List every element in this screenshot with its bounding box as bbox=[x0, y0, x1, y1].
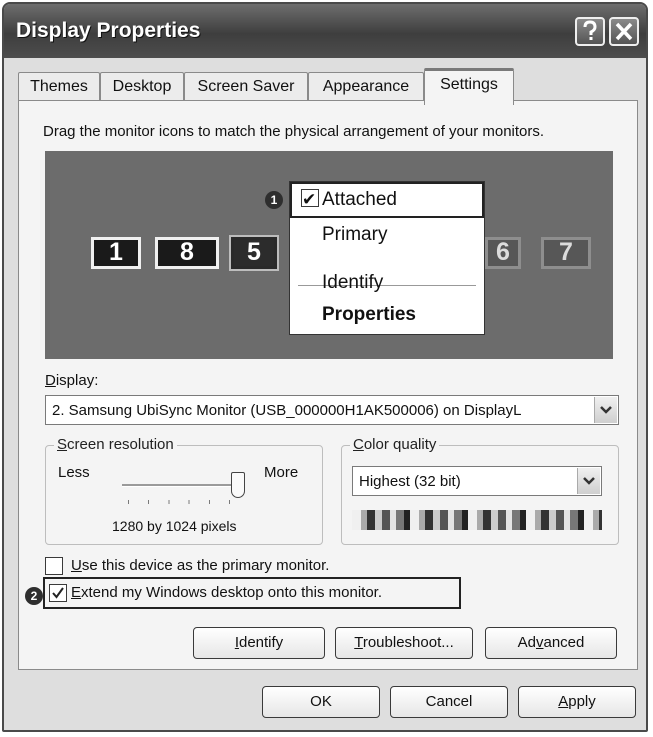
troubleshoot-button-key: T bbox=[354, 634, 363, 651]
callout-2: 2 bbox=[25, 587, 43, 605]
callout-1: 1 bbox=[265, 191, 283, 209]
monitor-context-menu: ✔ Attached Primary Identify Properties bbox=[289, 181, 485, 335]
menu-item-identify[interactable]: Identify bbox=[322, 272, 383, 294]
monitor-6[interactable]: 6 bbox=[485, 237, 521, 269]
tab-label: Settings bbox=[440, 76, 498, 93]
identify-button-label: dentify bbox=[238, 634, 284, 651]
tab-label: Themes bbox=[30, 78, 88, 95]
screen-resolution-label-key: S bbox=[57, 436, 68, 453]
screen-resolution-label: Screen resolution bbox=[54, 436, 177, 453]
apply-button-label: pply bbox=[568, 693, 596, 710]
color-quality-preview-bar bbox=[352, 510, 602, 530]
tab-screen-saver[interactable]: Screen Saver bbox=[184, 72, 308, 101]
window-title: Display Properties bbox=[16, 19, 201, 42]
settings-panel: Drag the monitor icons to match the phys… bbox=[18, 100, 638, 670]
troubleshoot-button[interactable]: Troubleshoot... bbox=[335, 627, 473, 659]
menu-item-primary[interactable]: Primary bbox=[322, 224, 387, 246]
display-label: Display: bbox=[45, 372, 98, 389]
extend-desktop-label: Extend my Windows desktop onto this moni… bbox=[71, 584, 382, 601]
color-quality-value: Highest (32 bit) bbox=[359, 473, 461, 490]
checkmark-icon: ✔ bbox=[301, 189, 319, 209]
tab-label: Screen Saver bbox=[197, 78, 295, 95]
display-label-key: D bbox=[45, 372, 56, 389]
display-select-value: 2. Samsung UbiSync Monitor (USB_000000H1… bbox=[52, 402, 522, 419]
extend-desktop-label-text: xtend my Windows desktop onto this monit… bbox=[81, 584, 382, 601]
chevron-down-icon bbox=[583, 477, 595, 485]
color-quality-group: Color quality Highest (32 bit) bbox=[341, 436, 619, 545]
display-properties-window: Display Properties Themes Desktop Screen… bbox=[2, 2, 648, 732]
monitor-8[interactable]: 8 bbox=[155, 237, 219, 269]
monitor-7[interactable]: 7 bbox=[541, 237, 591, 269]
identify-button[interactable]: Identify bbox=[193, 627, 325, 659]
tab-appearance[interactable]: Appearance bbox=[308, 72, 424, 101]
monitor-1[interactable]: 1 bbox=[91, 237, 141, 269]
monitor-arrangement-area[interactable]: 1 8 5 6 7 1 ✔ Attached Primary Identify … bbox=[45, 151, 613, 359]
color-quality-label: Color quality bbox=[350, 436, 440, 453]
color-quality-select[interactable]: Highest (32 bit) bbox=[352, 466, 602, 496]
resolution-value: 1280 by 1024 pixels bbox=[112, 518, 237, 534]
tab-label: Desktop bbox=[112, 78, 172, 95]
chevron-down-icon bbox=[600, 406, 612, 414]
instruction-text: Drag the monitor icons to match the phys… bbox=[43, 123, 545, 140]
resolution-more-label: More bbox=[264, 464, 299, 481]
screen-resolution-group: Screen resolution Less More 1280 by 1024… bbox=[45, 436, 323, 545]
color-quality-arrow[interactable] bbox=[577, 468, 600, 494]
primary-monitor-label: Use this device as the primary monitor. bbox=[71, 557, 329, 574]
primary-monitor-label-key: U bbox=[71, 557, 82, 574]
menu-item-attached[interactable]: ✔ Attached bbox=[290, 182, 484, 218]
display-select[interactable]: 2. Samsung UbiSync Monitor (USB_000000H1… bbox=[45, 395, 619, 425]
resolution-slider-track[interactable] bbox=[122, 484, 238, 487]
display-select-arrow[interactable] bbox=[594, 397, 617, 423]
tab-themes[interactable]: Themes bbox=[18, 72, 100, 101]
troubleshoot-button-label: roubleshoot... bbox=[362, 634, 454, 651]
tab-label: Appearance bbox=[322, 78, 410, 95]
color-quality-label-text: olor quality bbox=[363, 436, 437, 453]
monitor-5[interactable]: 5 bbox=[229, 235, 279, 271]
extend-desktop-checkbox[interactable] bbox=[49, 584, 67, 602]
display-label-text: isplay: bbox=[55, 372, 99, 389]
screen-resolution-label-text: creen resolution bbox=[67, 436, 174, 453]
checkmark-icon bbox=[52, 587, 64, 599]
menu-item-properties[interactable]: Properties bbox=[322, 304, 416, 326]
resolution-slider-thumb[interactable] bbox=[231, 472, 245, 498]
resolution-slider-ticks bbox=[128, 500, 230, 504]
apply-button[interactable]: Apply bbox=[518, 686, 636, 718]
resolution-less-label: Less bbox=[58, 464, 90, 481]
tab-settings[interactable]: Settings bbox=[424, 68, 514, 105]
title-bar[interactable]: Display Properties bbox=[4, 4, 646, 58]
advanced-button-prefix: Ad bbox=[517, 634, 536, 651]
color-quality-label-key: C bbox=[353, 436, 364, 453]
primary-monitor-checkbox[interactable] bbox=[45, 557, 63, 575]
primary-monitor-label-text: se this device as the primary monitor. bbox=[81, 557, 330, 574]
close-button[interactable] bbox=[609, 17, 639, 46]
apply-button-key: A bbox=[558, 693, 569, 710]
extend-desktop-label-key: E bbox=[71, 584, 82, 601]
close-icon bbox=[615, 22, 633, 41]
advanced-button-label: anced bbox=[543, 634, 585, 651]
menu-item-label: Attached bbox=[322, 189, 397, 210]
cancel-button[interactable]: Cancel bbox=[390, 686, 508, 718]
tab-desktop[interactable]: Desktop bbox=[100, 72, 184, 101]
question-icon bbox=[583, 20, 597, 40]
ok-button[interactable]: OK bbox=[262, 686, 380, 718]
advanced-button[interactable]: Advanced bbox=[485, 627, 617, 659]
help-button[interactable] bbox=[575, 17, 605, 46]
